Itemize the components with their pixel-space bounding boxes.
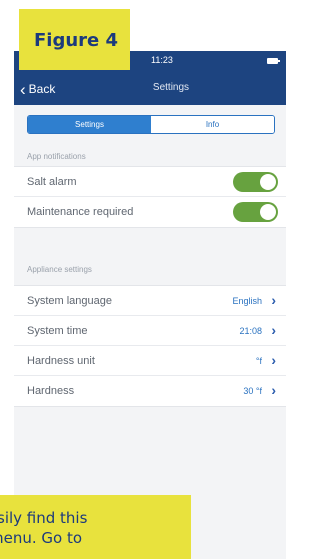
maintenance-required-label: Maintenance required [27,206,134,218]
section-header-app-notifications: App notifications [27,152,86,161]
navigation-bar: ‹ Back Settings [14,72,286,105]
caption-line-1: sily find this [0,509,88,527]
chevron-right-icon: › [271,352,276,368]
hardness-unit-label: Hardness unit [27,355,95,367]
salt-alarm-label: Salt alarm [27,176,77,188]
list-item-hardness[interactable]: Hardness 30 °f › [14,376,286,406]
caption-line-2: menu. Go to [0,529,83,547]
list-item-maintenance-required: Maintenance required [14,197,286,227]
list-item-system-time[interactable]: System time 21:08 › [14,316,286,346]
toggle-knob [260,204,276,220]
system-time-value: 21:08 [239,326,262,336]
maintenance-required-toggle[interactable] [233,202,278,222]
page-title: Settings [152,82,190,93]
figure-label: Figure 4 [19,9,130,70]
segmented-control: Settings Info [27,115,275,134]
chevron-right-icon: › [271,292,276,308]
tab-settings[interactable]: Settings [28,116,151,133]
toggle-knob [260,174,276,190]
status-time: 11:23 [151,55,173,65]
hardness-unit-value: °f [255,356,262,366]
phone-screen: 11:23 ‹ Back Settings Settings Info App … [14,51,286,559]
battery-icon [267,58,280,64]
caption-box: sily find this menu. Go to [0,495,191,559]
caption-text: sily find this menu. Go to [0,508,191,548]
list-item-hardness-unit[interactable]: Hardness unit °f › [14,346,286,376]
app-notifications-group: Salt alarm Maintenance required [14,166,286,228]
list-item-salt-alarm: Salt alarm [14,167,286,197]
appliance-settings-group: System language English › System time 21… [14,285,286,407]
chevron-right-icon: › [271,322,276,338]
salt-alarm-toggle[interactable] [233,172,278,192]
section-header-appliance-settings: Appliance settings [27,265,92,274]
system-language-value: English [232,296,262,306]
hardness-value: 30 °f [243,386,262,396]
hardness-label: Hardness [27,385,75,397]
tab-info[interactable]: Info [151,116,274,133]
system-time-label: System time [27,325,88,337]
chevron-right-icon: › [271,382,276,398]
system-language-label: System language [27,295,112,307]
list-item-system-language[interactable]: System language English › [14,286,286,316]
